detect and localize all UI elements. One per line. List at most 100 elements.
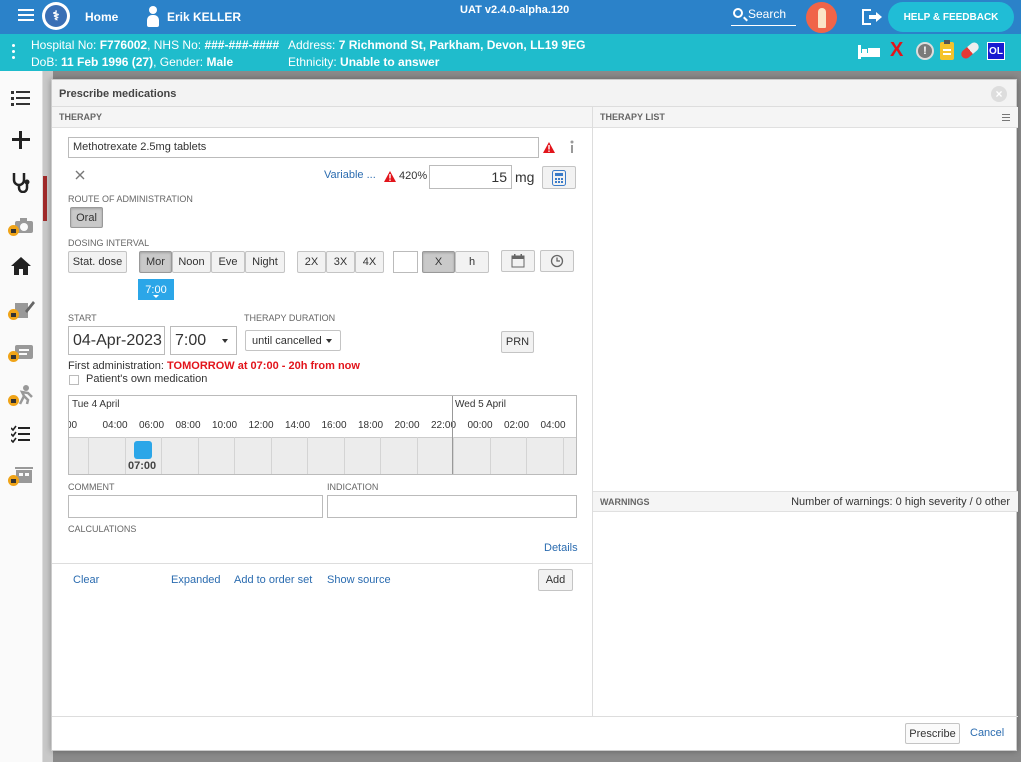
dose-time-label: 07:00 <box>128 460 157 472</box>
home-icon[interactable] <box>8 253 34 279</box>
expanded-link[interactable]: Expanded <box>171 574 221 586</box>
avatar[interactable] <box>806 2 837 33</box>
info-icon[interactable] <box>568 140 576 153</box>
ol-badge[interactable]: OL <box>987 42 1005 60</box>
own-med-label: Patient's own medication <box>86 373 208 385</box>
dob-label: DoB: <box>31 55 58 69</box>
duration-select[interactable]: until cancelled <box>245 330 341 351</box>
timeline-hour-label: 12:00 <box>248 420 274 431</box>
timeline-hour-label: 00:00 <box>467 420 493 431</box>
camera-locked-icon[interactable] <box>8 213 34 239</box>
user-name[interactable]: Erik KELLER <box>167 10 241 24</box>
ethnicity-label: Ethnicity: <box>288 55 337 69</box>
start-date-input[interactable]: 04-Apr-2023 <box>68 326 165 355</box>
add-button[interactable]: Add <box>538 569 573 591</box>
list-icon[interactable] <box>8 85 34 111</box>
stethoscope-icon[interactable] <box>8 169 34 195</box>
dose-unit: mg <box>515 169 535 185</box>
time-mor-button[interactable]: Mor <box>139 251 172 273</box>
timeline-column-line <box>307 437 308 474</box>
freq-2x-button[interactable]: 2X <box>297 251 326 273</box>
add-icon[interactable] <box>8 127 34 153</box>
warning-icon[interactable]: ! <box>916 42 934 60</box>
timeline-column-line <box>197 437 199 474</box>
medication-field[interactable]: Methotrexate 2.5mg tablets <box>68 137 539 158</box>
menu-icon[interactable] <box>18 9 34 23</box>
variable-link[interactable]: Variable ... <box>324 169 376 181</box>
ethnicity: Unable to answer <box>340 55 440 69</box>
show-source-link[interactable]: Show source <box>327 574 391 586</box>
calendar-button[interactable] <box>501 250 535 272</box>
checklist-icon[interactable] <box>8 421 34 447</box>
timeline-hour-label: 08:00 <box>175 420 201 431</box>
clear-link[interactable]: Clear <box>73 574 99 586</box>
timeline-day-1: Tue 4 April <box>72 399 120 410</box>
activity-locked-icon[interactable] <box>8 383 34 409</box>
dose-timeline[interactable]: Tue 4 April Wed 5 April 00 04:00 06:00 08:0… <box>68 395 577 475</box>
timeline-column-line <box>416 437 418 474</box>
calculator-button[interactable] <box>542 166 576 189</box>
dose-warning-icon[interactable] <box>384 171 396 182</box>
remove-icon[interactable] <box>75 170 85 180</box>
comment-input[interactable] <box>68 495 323 518</box>
timeline-column-line <box>343 437 345 474</box>
time-noon-button[interactable]: Noon <box>172 251 211 273</box>
timeline-hour-label: 04:00 <box>540 420 566 431</box>
interval-input[interactable] <box>393 251 418 273</box>
timeline-column-line <box>270 437 272 474</box>
indication-input[interactable] <box>327 495 577 518</box>
pill-icon[interactable] <box>959 40 981 61</box>
freq-3x-button[interactable]: 3X <box>326 251 355 273</box>
dialog-header: Prescribe medications × <box>52 80 1016 107</box>
timeline-hour-label: 18:00 <box>358 420 384 431</box>
home-link[interactable]: Home <box>85 10 118 24</box>
clock-icon <box>550 254 564 268</box>
timeline-column-line <box>161 437 162 474</box>
add-to-order-set-link[interactable]: Add to order set <box>234 574 312 586</box>
interval-x-button[interactable]: X <box>422 251 455 273</box>
address-label: Address: <box>288 38 336 52</box>
warning-triangle-icon[interactable] <box>543 142 555 153</box>
close-icon[interactable]: × <box>991 86 1007 102</box>
time-night-button[interactable]: Night <box>245 251 285 273</box>
dose-input[interactable]: 15 <box>429 165 512 189</box>
logout-icon[interactable] <box>862 9 882 25</box>
interval-h-button[interactable]: h <box>455 251 489 273</box>
id-card-locked-icon[interactable] <box>8 339 34 365</box>
app-logo[interactable]: ⚕ <box>42 2 70 30</box>
clipboard-icon[interactable] <box>940 40 954 60</box>
dose-block[interactable] <box>134 441 152 459</box>
timeline-hour-label: 14:00 <box>285 420 311 431</box>
timeline-column-line <box>124 437 126 474</box>
edit-locked-icon[interactable] <box>8 297 35 323</box>
calendar-locked-icon[interactable] <box>8 463 34 489</box>
stat-dose-button[interactable]: Stat. dose <box>68 251 127 273</box>
options-icon[interactable] <box>1002 114 1010 121</box>
lock-icon <box>8 475 19 486</box>
cancel-link[interactable]: Cancel <box>970 727 1004 739</box>
freq-4x-button[interactable]: 4X <box>355 251 384 273</box>
route-oral-button[interactable]: Oral <box>70 207 103 228</box>
help-feedback-button[interactable]: HELP & FEEDBACK <box>888 2 1014 32</box>
therapy-list-header: THERAPY LIST <box>593 107 1018 128</box>
gender-label: , Gender: <box>153 55 204 69</box>
search-button[interactable]: Search <box>731 6 796 26</box>
timeline-column-line <box>88 437 89 474</box>
start-time-select[interactable]: 7:00 <box>170 326 237 355</box>
time-eve-button[interactable]: Eve <box>211 251 245 273</box>
prn-button[interactable]: PRN <box>501 331 534 353</box>
timeline-column-line <box>453 437 454 474</box>
hospital-no-label: Hospital No: <box>31 38 97 52</box>
person-icon <box>146 6 160 28</box>
prescribe-dialog: Prescribe medications × THERAPY THERAPY … <box>51 79 1018 751</box>
top-bar: ⚕ Home Erik KELLER UAT v2.4.0-alpha.120 … <box>0 0 1021 34</box>
bed-icon[interactable] <box>858 45 880 59</box>
details-link[interactable]: Details <box>544 542 578 554</box>
more-options-icon[interactable] <box>12 44 16 62</box>
prescribe-button[interactable]: Prescribe <box>905 723 960 744</box>
first-admin-value: TOMORROW at 07:00 - 20h from now <box>167 360 360 372</box>
schedule-button[interactable] <box>540 250 574 272</box>
own-med-checkbox[interactable] <box>69 375 79 385</box>
warnings-summary: Number of warnings: 0 high severity / 0 … <box>791 496 1010 508</box>
alert-x-icon[interactable]: X <box>890 39 903 62</box>
